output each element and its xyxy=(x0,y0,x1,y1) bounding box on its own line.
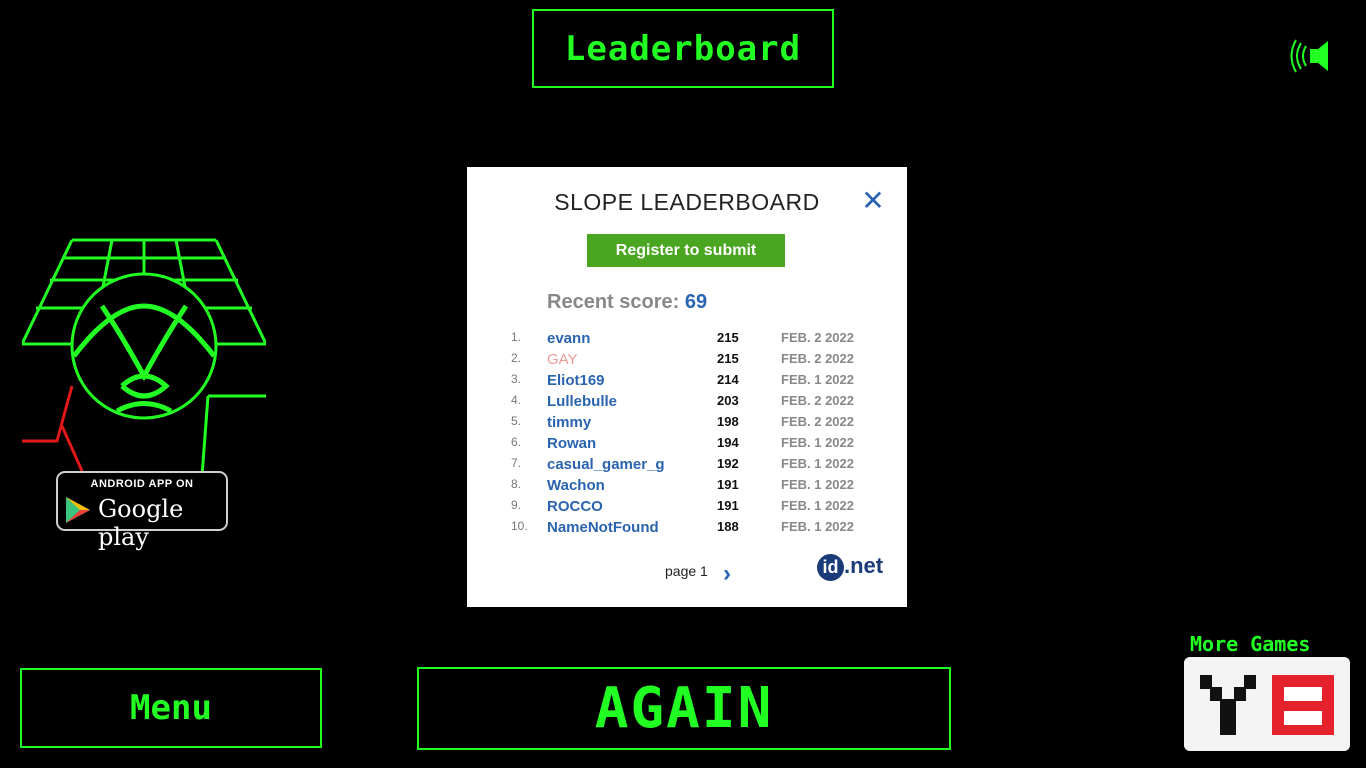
player-name[interactable]: Rowan xyxy=(547,435,596,452)
y8-logo[interactable] xyxy=(1184,657,1350,751)
player-name[interactable]: ROCCO xyxy=(547,498,603,515)
score: 192 xyxy=(717,456,739,471)
player-name[interactable]: GAY xyxy=(547,351,578,368)
score: 215 xyxy=(717,330,739,345)
table-row: 1. evann 215 FEB. 2 2022 xyxy=(511,328,891,349)
slope-promo-image[interactable] xyxy=(22,236,266,476)
rank: 3. xyxy=(511,372,522,386)
rank: 10. xyxy=(511,519,528,533)
google-play-icon xyxy=(66,497,90,523)
menu-button[interactable]: Menu xyxy=(20,668,322,748)
table-row: 7. casual_gamer_g 192 FEB. 1 2022 xyxy=(511,454,891,475)
rank: 7. xyxy=(511,456,522,470)
score: 188 xyxy=(717,519,739,534)
recent-score: Recent score: 69 xyxy=(547,291,707,314)
score: 191 xyxy=(717,477,739,492)
player-name[interactable]: timmy xyxy=(547,414,591,431)
more-games-label[interactable]: More Games xyxy=(1190,632,1310,656)
badge-big-text: Google play xyxy=(98,495,184,551)
table-row: 8. Wachon 191 FEB. 1 2022 xyxy=(511,475,891,496)
leaderboard-title: SLOPE LEADERBOARD xyxy=(554,189,820,215)
score: 215 xyxy=(717,351,739,366)
date: FEB. 1 2022 xyxy=(781,519,854,534)
table-row: 4. Lullebulle 203 FEB. 2 2022 xyxy=(511,391,891,412)
rank: 2. xyxy=(511,351,522,365)
page-label: page 1 xyxy=(665,563,708,579)
rank: 1. xyxy=(511,330,522,344)
idnet-brand-text: .net xyxy=(844,553,884,578)
register-button[interactable]: Register to submit xyxy=(587,234,785,267)
table-row: 9. ROCCO 191 FEB. 1 2022 xyxy=(511,496,891,517)
date: FEB. 1 2022 xyxy=(781,456,854,471)
score: 214 xyxy=(717,372,739,387)
pagination: page 1 › xyxy=(665,560,731,587)
score: 203 xyxy=(717,393,739,408)
date: FEB. 2 2022 xyxy=(781,330,854,345)
player-name[interactable]: NameNotFound xyxy=(547,519,659,536)
recent-score-label: Recent score: xyxy=(547,291,680,313)
score: 198 xyxy=(717,414,739,429)
rank: 5. xyxy=(511,414,522,428)
rank: 6. xyxy=(511,435,522,449)
recent-score-value: 69 xyxy=(684,291,708,313)
score: 191 xyxy=(717,498,739,513)
chevron-right-icon[interactable]: › xyxy=(723,560,731,588)
date: FEB. 1 2022 xyxy=(781,477,854,492)
date: FEB. 2 2022 xyxy=(781,414,854,429)
player-name[interactable]: evann xyxy=(547,330,590,347)
player-name[interactable]: casual_gamer_g xyxy=(547,456,665,473)
leaderboard-list: 1. evann 215 FEB. 2 2022 2. GAY 215 FEB. 2 202… xyxy=(511,328,891,538)
rank: 8. xyxy=(511,477,522,491)
table-row: 10. NameNotFound 188 FEB. 1 2022 xyxy=(511,517,891,538)
table-row: 6. Rowan 194 FEB. 1 2022 xyxy=(511,433,891,454)
speaker-on-icon[interactable] xyxy=(1288,36,1336,76)
table-row: 5. timmy 198 FEB. 2 2022 xyxy=(511,412,891,433)
date: FEB. 1 2022 xyxy=(781,435,854,450)
table-row: 3. Eliot169 214 FEB. 1 2022 xyxy=(511,370,891,391)
page-title: Leaderboard xyxy=(532,9,834,88)
leaderboard-panel: SLOPE LEADERBOARD ✕ Register to submit R… xyxy=(467,167,907,607)
table-row: 2. GAY 215 FEB. 2 2022 xyxy=(511,349,891,370)
rank: 4. xyxy=(511,393,522,407)
idnet-logo[interactable]: id .net xyxy=(817,553,883,581)
date: FEB. 2 2022 xyxy=(781,351,854,366)
player-name[interactable]: Lullebulle xyxy=(547,393,617,410)
date: FEB. 2 2022 xyxy=(781,393,854,408)
google-play-badge[interactable]: ANDROID APP ON Google play xyxy=(56,471,228,551)
again-button[interactable]: AGAIN xyxy=(417,667,951,750)
idnet-id-mark: id xyxy=(817,554,844,581)
score: 194 xyxy=(717,435,739,450)
player-name[interactable]: Eliot169 xyxy=(547,372,605,389)
rank: 9. xyxy=(511,498,522,512)
date: FEB. 1 2022 xyxy=(781,498,854,513)
close-icon[interactable]: ✕ xyxy=(861,187,885,215)
player-name[interactable]: Wachon xyxy=(547,477,605,494)
date: FEB. 1 2022 xyxy=(781,372,854,387)
badge-small-text: ANDROID APP ON xyxy=(90,478,194,490)
